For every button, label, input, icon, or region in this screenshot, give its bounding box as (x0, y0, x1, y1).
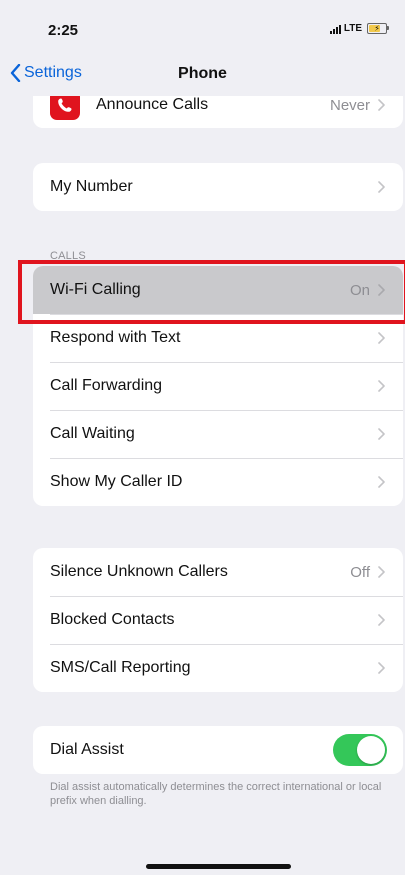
status-time: 2:25 (48, 22, 79, 39)
wifi-calling-row[interactable]: Wi-Fi Calling On (33, 266, 403, 314)
dial-assist-row: Dial Assist (33, 726, 403, 774)
chevron-right-icon (378, 428, 385, 440)
chevron-right-icon (378, 99, 385, 111)
respond-with-text-row[interactable]: Respond with Text (33, 314, 403, 362)
redacted-number (215, 172, 370, 202)
status-bar: 2:25 LTE ⚡ (0, 0, 405, 60)
announce-calls-group: Announce Calls Never (33, 96, 403, 128)
call-waiting-label: Call Waiting (50, 425, 135, 442)
sms-call-reporting-label: SMS/Call Reporting (50, 659, 191, 676)
silence-unknown-callers-value: Off (350, 563, 370, 581)
my-number-group: My Number (33, 163, 403, 211)
dial-assist-group: Dial Assist (33, 726, 403, 774)
dial-assist-footer: Dial assist automatically determines the… (50, 781, 382, 807)
my-number-row[interactable]: My Number (33, 163, 403, 211)
my-number-label: My Number (50, 178, 133, 195)
chevron-right-icon (378, 181, 385, 193)
battery-charging-icon: ⚡ (367, 23, 389, 34)
chevron-right-icon (378, 284, 385, 296)
blocked-contacts-row[interactable]: Blocked Contacts (33, 596, 403, 644)
chevron-right-icon (378, 380, 385, 392)
call-blocking-group: Silence Unknown Callers Off Blocked Cont… (33, 548, 403, 692)
show-caller-id-label: Show My Caller ID (50, 473, 183, 490)
call-waiting-row[interactable]: Call Waiting (33, 410, 403, 458)
dial-assist-label: Dial Assist (50, 741, 124, 758)
calls-group: Wi-Fi Calling On Respond with Text Call … (33, 266, 403, 506)
wifi-calling-value: On (349, 281, 370, 299)
navigation-bar: Settings Phone (0, 60, 405, 96)
chevron-right-icon (378, 332, 385, 344)
home-indicator[interactable] (146, 864, 291, 869)
chevron-right-icon (378, 476, 385, 488)
wifi-calling-label: Wi-Fi Calling (50, 281, 141, 298)
silence-unknown-callers-label: Silence Unknown Callers (50, 563, 228, 580)
respond-with-text-label: Respond with Text (50, 329, 181, 346)
sms-call-reporting-row[interactable]: SMS/Call Reporting (33, 644, 403, 692)
calls-section-header: CALLS (50, 250, 86, 262)
announce-calls-label: Announce Calls (96, 96, 209, 113)
signal-icon (329, 24, 341, 34)
chevron-right-icon (378, 614, 385, 626)
page-title: Phone (178, 65, 227, 82)
chevron-right-icon (378, 566, 385, 578)
silence-unknown-callers-row[interactable]: Silence Unknown Callers Off (33, 548, 403, 596)
network-label: LTE (343, 23, 362, 34)
blocked-contacts-label: Blocked Contacts (50, 611, 175, 628)
announce-calls-row[interactable]: Announce Calls Never (33, 96, 403, 128)
phone-app-icon (50, 96, 80, 120)
show-caller-id-row[interactable]: Show My Caller ID (33, 458, 403, 506)
status-indicators: LTE ⚡ (329, 23, 389, 34)
dial-assist-toggle[interactable] (333, 734, 387, 766)
announce-calls-value: Never (329, 96, 370, 114)
call-forwarding-label: Call Forwarding (50, 377, 163, 394)
chevron-right-icon (378, 662, 385, 674)
call-forwarding-row[interactable]: Call Forwarding (33, 362, 403, 410)
